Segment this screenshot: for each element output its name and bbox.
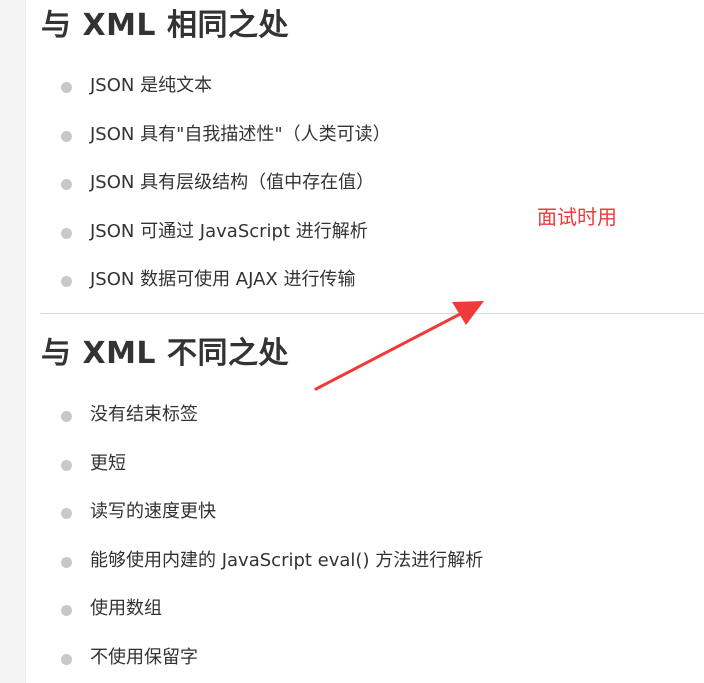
list-item: JSON 具有"自我描述性"（人类可读） — [41, 115, 391, 164]
bullet-icon — [61, 276, 72, 287]
list-item-text: 读写的速度更快 — [90, 501, 216, 522]
bullet-icon — [61, 605, 72, 616]
list-item: 使用数组 — [41, 589, 483, 638]
list-item: JSON 可通过 JavaScript 进行解析 — [41, 212, 391, 261]
list-item-text: JSON 可通过 JavaScript 进行解析 — [90, 220, 368, 242]
section-divider — [41, 313, 704, 314]
bullet-icon — [61, 82, 72, 93]
list-item-text: JSON 是纯文本 — [90, 75, 213, 96]
list-item-text: 没有结束标签 — [90, 404, 198, 425]
list-item: JSON 是纯文本 — [41, 66, 391, 115]
bullet-icon — [61, 411, 72, 422]
list-item-text: 更短 — [90, 452, 126, 474]
similarities-list: JSON 是纯文本 JSON 具有"自我描述性"（人类可读） JSON 具有层级… — [41, 66, 391, 309]
list-item-text: JSON 具有"自我描述性"（人类可读） — [90, 123, 391, 145]
annotation-note: 面试时用 — [537, 205, 617, 229]
bullet-icon — [61, 179, 72, 190]
list-item: JSON 数据可使用 AJAX 进行传输 — [41, 260, 391, 309]
list-item: JSON 具有层级结构（值中存在值） — [41, 163, 391, 212]
list-item-text: JSON 数据可使用 AJAX 进行传输 — [90, 269, 356, 290]
list-item: 读写的速度更快 — [41, 492, 483, 541]
bullet-icon — [61, 459, 72, 471]
bullet-icon — [61, 227, 72, 239]
list-item-text: 不使用保留字 — [90, 646, 198, 668]
bullet-icon — [61, 556, 72, 568]
bullet-icon — [61, 653, 72, 665]
list-item-text: 使用数组 — [90, 598, 162, 619]
heading-similarities: 与 XML 相同之处 — [41, 8, 289, 43]
left-gutter — [0, 0, 26, 683]
list-item: 不使用保留字 — [41, 638, 483, 683]
list-item: 没有结束标签 — [41, 395, 483, 444]
list-item-text: 能够使用内建的 JavaScript eval() 方法进行解析 — [90, 549, 484, 571]
heading-differences: 与 XML 不同之处 — [41, 336, 289, 371]
bullet-icon — [61, 508, 72, 519]
list-item: 更短 — [41, 444, 483, 493]
bullet-icon — [61, 130, 72, 142]
list-item: 能够使用内建的 JavaScript eval() 方法进行解析 — [41, 541, 483, 590]
differences-list: 没有结束标签 更短 读写的速度更快 能够使用内建的 JavaScript eva… — [41, 395, 483, 683]
page: 与 XML 相同之处 JSON 是纯文本 JSON 具有"自我描述性"（人类可读… — [0, 0, 704, 683]
list-item-text: JSON 具有层级结构（值中存在值） — [90, 172, 375, 193]
